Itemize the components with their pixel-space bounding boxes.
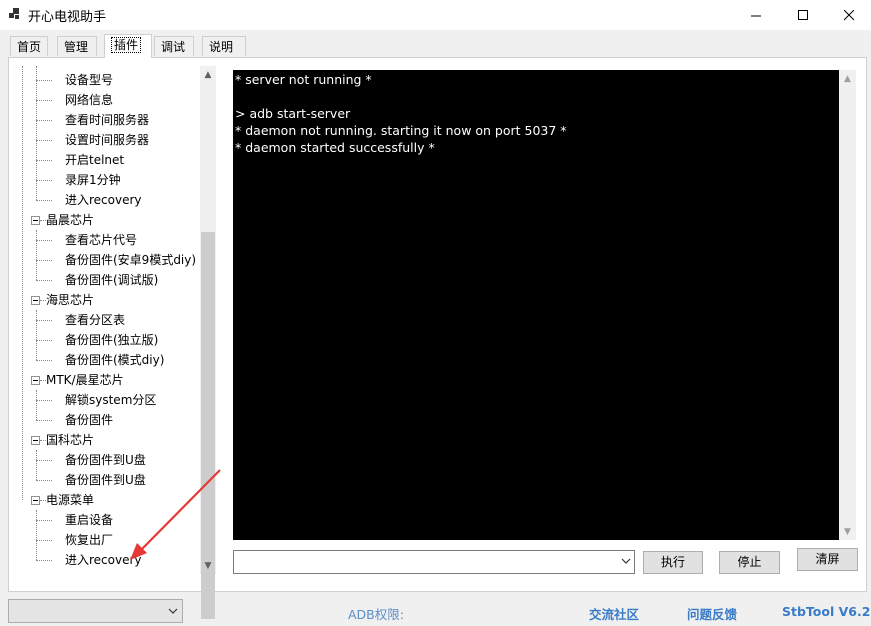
tree-connector (36, 360, 52, 361)
minimize-button[interactable] (733, 0, 779, 30)
tree-connector (36, 100, 52, 101)
tree-item[interactable]: 备份固件 (65, 410, 113, 430)
command-input[interactable] (233, 550, 635, 574)
tree-item[interactable]: 备份固件(安卓9模式diy) (65, 250, 196, 270)
tree-connector (36, 320, 52, 321)
tree-item[interactable]: 开启telnet (65, 150, 124, 170)
tree-item[interactable]: 备份固件到U盘 (65, 470, 146, 490)
console-line: * daemon started successfully * (235, 140, 435, 155)
tree-connector (36, 160, 52, 161)
tree-connector (36, 200, 52, 201)
adb-permission-label: ADB权限: (348, 607, 404, 622)
tree-connector (36, 230, 37, 280)
tree-connector (36, 340, 52, 341)
device-select[interactable] (8, 599, 183, 623)
tree-item[interactable]: 恢复出厂 (65, 530, 113, 550)
tree-connector (36, 120, 52, 121)
console-line: > adb start-server (235, 106, 351, 121)
console-output[interactable]: * server not running * > adb start-server… (233, 70, 839, 540)
tree-item[interactable]: 解锁system分区 (65, 390, 156, 410)
tree-item[interactable]: 备份固件(独立版) (65, 330, 158, 350)
maximize-button[interactable] (780, 0, 826, 30)
community-link[interactable]: 交流社区 (589, 604, 639, 623)
clear-button[interactable]: 清屏 (797, 548, 858, 571)
tree-group[interactable]: MTK/晨星芯片 (46, 370, 124, 390)
tree-connector (36, 460, 52, 461)
tree-connector (36, 480, 52, 481)
tab-label: 首页 (17, 40, 42, 54)
tree-connector (36, 240, 52, 241)
tree-item[interactable]: 查看芯片代号 (65, 230, 137, 250)
stop-button[interactable]: 停止 (719, 551, 780, 574)
tree-group[interactable]: 晶晨芯片 (46, 210, 94, 230)
maximize-icon (797, 9, 808, 20)
tree-connector (36, 560, 52, 561)
tree-connector (36, 140, 52, 141)
tree-connector (36, 180, 52, 181)
tree-scrollbar[interactable]: ▲ ▼ (200, 66, 216, 619)
tab-plugins[interactable]: 插件 (104, 34, 152, 58)
minimize-icon (750, 15, 761, 16)
version-link[interactable]: StbTool V6.2 (782, 604, 870, 619)
tree-connector (36, 280, 52, 281)
tree-item[interactable]: 备份固件(调试版) (65, 270, 158, 290)
collapse-icon[interactable] (31, 436, 40, 445)
plugin-tree[interactable]: 设备型号 网络信息 查看时间服务器 设置时间服务器 开启telnet 录屏1分钟 进入rec… (10, 66, 216, 574)
tree-item[interactable]: 设备型号 (65, 70, 113, 90)
window-title: 开心电视助手 (28, 10, 107, 25)
tree-item[interactable]: 设置时间服务器 (65, 130, 149, 150)
tree-item[interactable]: 查看时间服务器 (65, 110, 149, 130)
chevron-down-icon (621, 558, 631, 564)
tree-connector (36, 260, 52, 261)
tab-label: 插件 (111, 37, 142, 53)
collapse-icon[interactable] (31, 376, 40, 385)
tree-connector (36, 450, 37, 480)
tree-item[interactable]: 网络信息 (65, 90, 113, 110)
tree-item[interactable]: 进入recovery (65, 550, 142, 570)
tree-connector (22, 66, 23, 500)
collapse-icon[interactable] (31, 216, 40, 225)
close-icon (843, 9, 854, 20)
tree-connector (36, 400, 52, 401)
tree-group[interactable]: 国科芯片 (46, 430, 94, 450)
execute-button[interactable]: 执行 (643, 551, 703, 574)
title-bar: 开心电视助手 (0, 0, 871, 30)
tab-manage[interactable]: 管理 (57, 36, 97, 56)
scroll-up-icon[interactable]: ▲ (200, 66, 216, 83)
tree-item[interactable]: 备份固件到U盘 (65, 450, 146, 470)
tree-item[interactable]: 录屏1分钟 (65, 170, 121, 190)
close-button[interactable] (826, 0, 871, 30)
tree-connector (36, 420, 52, 421)
tree-connector (36, 80, 52, 81)
console-scrollbar[interactable]: ▲ ▼ (839, 70, 856, 540)
console-line: * server not running * (235, 72, 372, 87)
tree-connector (36, 66, 37, 200)
tab-home[interactable]: 首页 (10, 36, 48, 56)
tab-debug[interactable]: 调试 (154, 36, 194, 56)
app-icon (9, 8, 19, 19)
tree-item[interactable]: 进入recovery (65, 190, 142, 210)
chevron-down-icon (168, 608, 178, 614)
tree-item[interactable]: 备份固件(模式diy) (65, 350, 164, 370)
tree-group[interactable]: 海思芯片 (46, 290, 94, 310)
tree-connector (36, 510, 37, 560)
tree-group[interactable]: 电源菜单 (46, 490, 94, 510)
tab-label: 说明 (209, 40, 234, 54)
tree-item[interactable]: 重启设备 (65, 510, 113, 530)
tab-help[interactable]: 说明 (202, 36, 246, 56)
tree-connector (36, 390, 37, 420)
tree-connector (36, 520, 52, 521)
tab-label: 管理 (64, 40, 89, 54)
tree-connector (36, 540, 52, 541)
feedback-link[interactable]: 问题反馈 (687, 604, 737, 623)
console-line: * daemon not running. starting it now on… (235, 123, 567, 138)
scroll-down-icon[interactable]: ▼ (200, 557, 216, 574)
tab-label: 调试 (161, 40, 186, 54)
scroll-down-icon[interactable]: ▼ (839, 523, 856, 540)
collapse-icon[interactable] (31, 496, 40, 505)
tree-connector (36, 310, 37, 360)
scroll-up-icon[interactable]: ▲ (839, 70, 856, 87)
collapse-icon[interactable] (31, 296, 40, 305)
tree-item[interactable]: 查看分区表 (65, 310, 125, 330)
